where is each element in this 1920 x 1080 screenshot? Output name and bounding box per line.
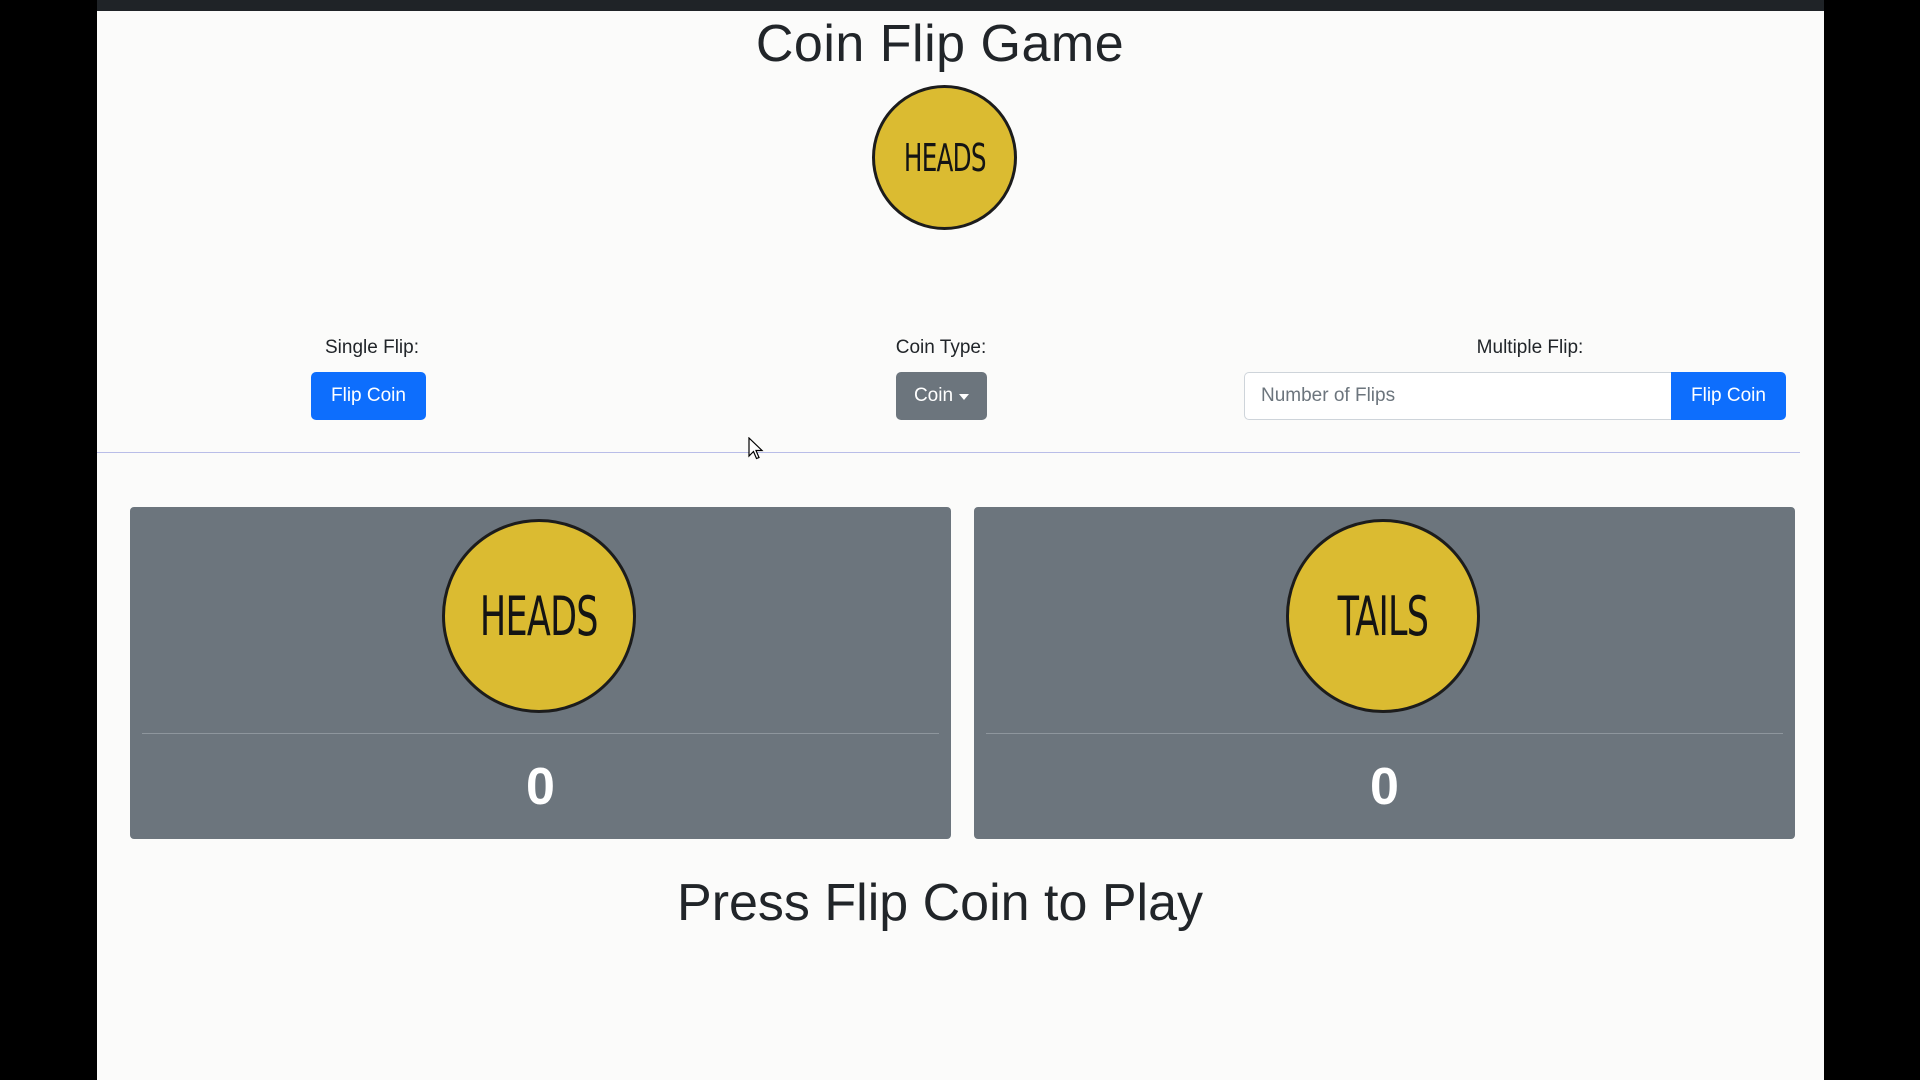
- single-flip-button[interactable]: Flip Coin: [311, 372, 426, 420]
- app-page: Coin Flip Game HEADS Single Flip: Flip C…: [97, 0, 1824, 1080]
- tails-count: 0: [1370, 758, 1399, 816]
- number-of-flips-input[interactable]: [1244, 372, 1672, 420]
- coin-type-dropdown-label: Coin: [913, 385, 954, 406]
- heads-count: 0: [526, 758, 555, 816]
- multiple-flip-button[interactable]: Flip Coin: [1671, 372, 1786, 420]
- heads-coin-face: HEADS: [480, 584, 599, 648]
- heads-result-card: HEADS 0: [130, 507, 951, 839]
- top-bar: [97, 0, 1824, 11]
- tails-coin-face: TAILS: [1337, 584, 1429, 648]
- play-prompt: Press Flip Coin to Play: [677, 874, 1203, 932]
- coin-icon: HEADS: [872, 85, 1017, 230]
- multiple-flip-label: Multiple Flip:: [1476, 337, 1584, 358]
- tails-result-card: TAILS 0: [974, 507, 1795, 839]
- card-divider: [986, 733, 1783, 734]
- section-divider: [97, 452, 1800, 453]
- heads-coin-icon: HEADS: [442, 519, 636, 713]
- caret-down-icon: [959, 394, 970, 400]
- card-divider: [142, 733, 939, 734]
- mouse-cursor-icon: [748, 437, 764, 460]
- window-border: [1824, 0, 1920, 1080]
- coin-type-dropdown[interactable]: Coin: [896, 372, 987, 420]
- single-flip-label: Single Flip:: [325, 337, 419, 358]
- tails-coin-icon: TAILS: [1286, 519, 1480, 713]
- page-title: Coin Flip Game: [755, 15, 1125, 73]
- coin-type-label: Coin Type:: [895, 337, 987, 358]
- hero-coin-face: HEADS: [903, 135, 987, 180]
